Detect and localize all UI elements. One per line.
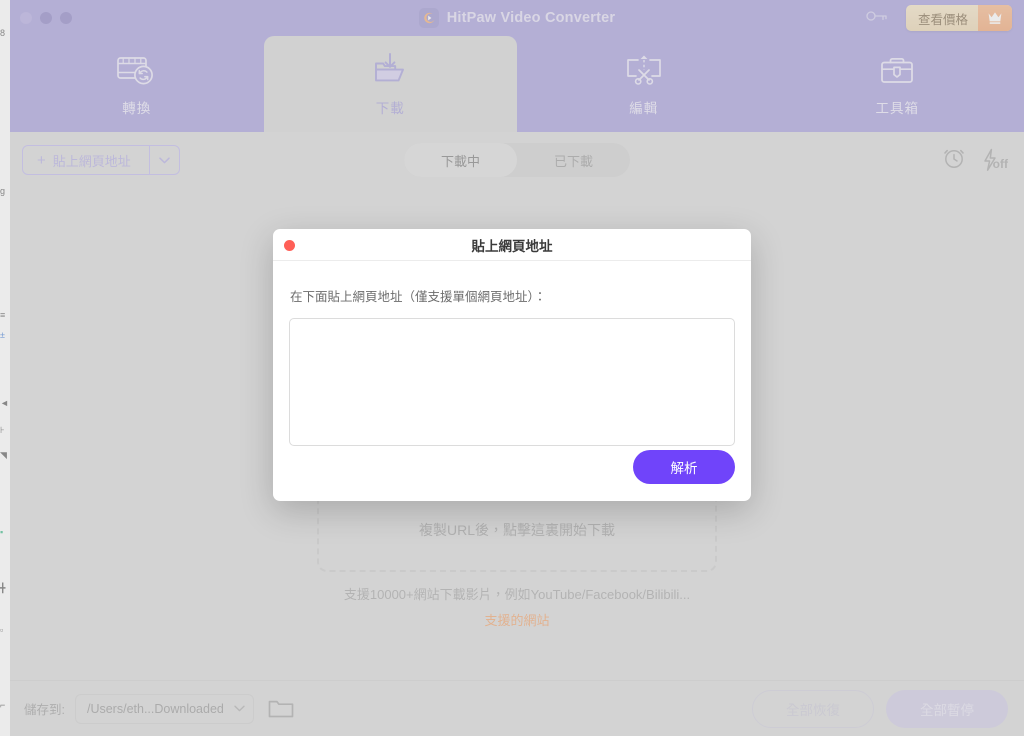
url-input-textarea[interactable] (289, 318, 735, 446)
paste-url-dialog: 貼上網頁地址 在下面貼上網頁地址（僅支援單個網頁地址）： 解析 (273, 229, 751, 501)
dialog-close-button[interactable] (284, 240, 295, 251)
dialog-prompt-label: 在下面貼上網頁地址（僅支援單個網頁地址）： (290, 290, 547, 304)
dialog-title-bar: 貼上網頁地址 (273, 229, 751, 261)
parse-button[interactable]: 解析 (633, 450, 735, 484)
dialog-title: 貼上網頁地址 (471, 238, 553, 254)
